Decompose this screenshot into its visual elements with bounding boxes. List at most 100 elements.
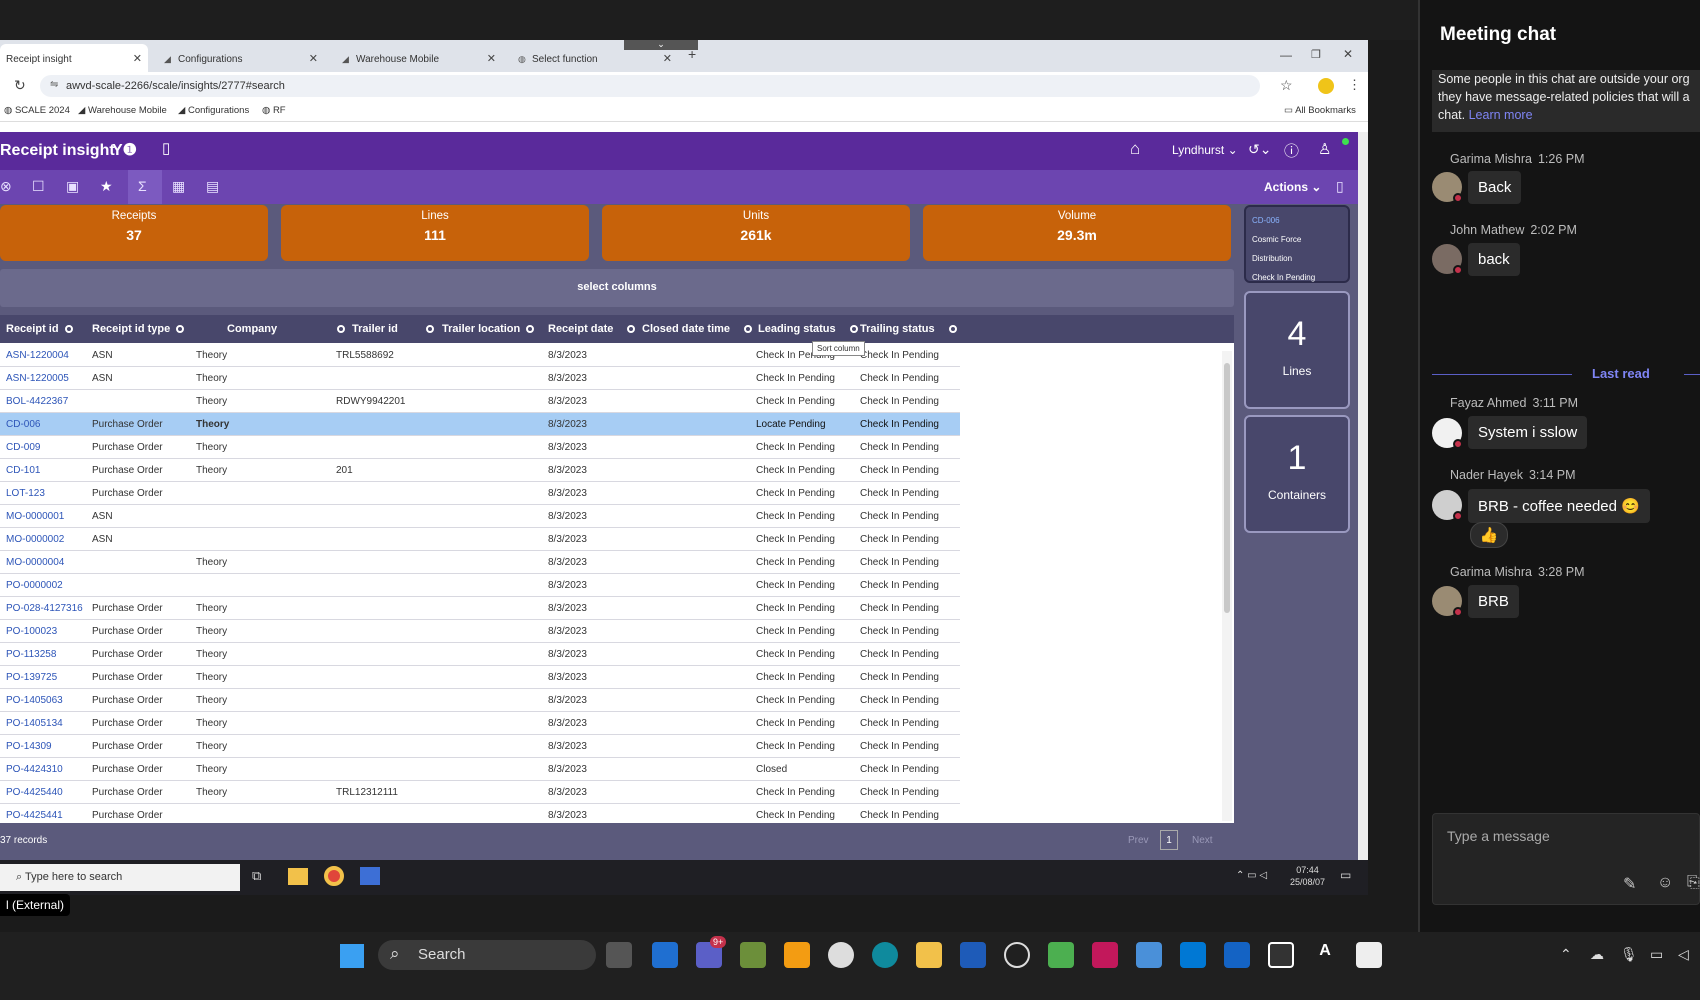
sort-icon[interactable] [337,325,346,334]
notification-icon[interactable]: ▭ [1340,868,1351,882]
onedrive-icon[interactable]: ☁ [1590,946,1604,963]
network-icon[interactable]: ▭ [1650,946,1663,963]
column-trailing-status[interactable]: Trailing status [860,323,957,335]
font-app-icon[interactable]: A [1312,942,1338,968]
kpi-receipts[interactable]: Receipts 37 [0,205,268,261]
message-bubble[interactable]: BRB [1468,585,1519,618]
app-icon[interactable] [1004,942,1030,968]
mic-muted-icon[interactable]: 🎙 [1620,946,1638,963]
filter-icon[interactable]: Y❶ [112,140,137,160]
cell-id[interactable]: PO-139725 [6,672,57,683]
table-icon[interactable]: ▤ [206,178,219,195]
chrome-icon[interactable] [324,866,344,886]
app-icon[interactable] [1224,942,1250,968]
column-trailer-location[interactable]: Trailer location [442,323,535,335]
app-icon[interactable] [1048,942,1074,968]
sort-icon[interactable] [64,325,73,334]
cell-id[interactable]: PO-4425441 [6,810,63,821]
checkbox-icon[interactable]: ☐ [32,178,45,195]
app-icon[interactable] [360,867,380,885]
table-row[interactable]: MO-0000002 ASN 8/3/2023 Check In Pending Che… [0,528,960,551]
document-icon[interactable] [1356,942,1382,968]
cell-id[interactable]: PO-4425440 [6,787,63,798]
column-leading-status[interactable]: Leading status [758,323,858,335]
kpi-lines[interactable]: Lines 111 [281,205,589,261]
sort-icon[interactable] [526,325,535,334]
column-receipt-id[interactable]: Receipt id [6,323,73,335]
column-company[interactable]: Company [227,323,346,335]
cell-id[interactable]: LOT-123 [6,488,45,499]
message-bubble[interactable]: back [1468,243,1520,276]
avatar[interactable] [1432,172,1463,203]
close-window-icon[interactable]: ✕ [1343,47,1353,61]
cell-id[interactable]: PO-113258 [6,649,56,660]
tray-icons[interactable]: ⌃ ▭ ◁ [1236,870,1267,881]
cell-id[interactable]: PO-028-4127316 [6,603,83,614]
save-icon[interactable]: ▣ [66,178,79,195]
table-row[interactable]: PO-1405063 Purchase Order Theory 8/3/2023 Ch… [0,689,960,712]
task-view-icon[interactable]: ⧉ [252,868,261,884]
sort-icon[interactable] [425,325,434,334]
url-field[interactable]: ⇋ awvd-scale-2266/scale/insights/2777#se… [40,75,1260,97]
profile-icon[interactable] [1318,78,1334,94]
table-row[interactable]: MO-0000004 Theory 8/3/2023 Check In Pending… [0,551,960,574]
help-icon[interactable]: ⓘ [1284,140,1299,161]
table-row[interactable]: PO-113258 Purchase Order Theory 8/3/2023 Che… [0,643,960,666]
sort-icon[interactable] [849,325,858,334]
page-scrollbar[interactable] [1358,132,1368,895]
learn-more-link[interactable]: Learn more [1469,108,1533,122]
kpi-units[interactable]: Units 261k [602,205,910,261]
kpi-volume[interactable]: Volume 29.3m [923,205,1231,261]
table-row[interactable]: PO-028-4127316 Purchase Order Theory 8/3/20… [0,597,960,620]
table-row[interactable]: CD-006 Purchase Order Theory 8/3/2023 Locate… [0,413,960,436]
table-row[interactable]: PO-0000002 8/3/2023 Check In Pending Check … [0,574,960,597]
table-row[interactable]: PO-14309 Purchase Order Theory 8/3/2023 Chec… [0,735,960,758]
file-explorer-icon[interactable] [288,868,308,885]
close-icon[interactable]: ✕ [133,52,142,65]
menu-icon[interactable]: ⋮ [1348,77,1361,93]
start-icon[interactable] [340,944,364,968]
scroll-thumb[interactable] [1224,363,1230,613]
column-receipt-date[interactable]: Receipt date [548,323,636,335]
select-columns-button[interactable]: select columns [0,269,1234,307]
windows-search[interactable]: ⌕ Search [378,940,596,970]
grid-icon[interactable]: ▦ [172,178,185,195]
table-row[interactable]: PO-4424310 Purchase Order Theory 8/3/2023 Cl… [0,758,960,781]
reaction-badge[interactable]: 👍 [1470,522,1508,548]
table-row[interactable]: PO-4425440 Purchase Order Theory TRL1231211… [0,781,960,804]
edge-icon[interactable] [872,942,898,968]
cell-id[interactable]: PO-1405063 [6,695,63,706]
app-icon[interactable] [784,942,810,968]
cell-id[interactable]: PO-100023 [6,626,57,637]
clear-icon[interactable]: ⊗ [0,178,12,195]
column-trailer-id[interactable]: Trailer id [352,323,434,335]
app-icon[interactable] [1092,942,1118,968]
table-row[interactable]: PO-1405134 Purchase Order Theory 8/3/2023 Ch… [0,712,960,735]
tab-configurations[interactable]: ◢ Configurations ✕ [158,44,324,72]
file-explorer-icon[interactable] [916,942,942,968]
volume-icon[interactable]: ◁ [1678,946,1689,963]
sort-icon[interactable] [176,325,185,334]
outlook-icon[interactable] [652,942,678,968]
remote-search-input[interactable]: ⌕ Type here to search [0,864,240,891]
page-number[interactable]: 1 [1160,830,1178,850]
user-icon[interactable]: ♙ [1318,140,1331,158]
table-row[interactable]: CD-009 Purchase Order Theory 8/3/2023 Check … [0,436,960,459]
table-row[interactable]: BOL-4422367 Theory RDWY9942201 8/3/2023 Chec… [0,390,960,413]
vscode-icon[interactable] [1180,942,1206,968]
column-closed-date-time[interactable]: Closed date time [642,323,753,335]
attach-icon[interactable]: ⎘ [1687,874,1700,892]
bookmark-rf[interactable]: ◍ RF [262,105,286,116]
task-view-icon[interactable] [606,942,632,968]
home-icon[interactable]: ⌂ [1130,139,1140,159]
teams-icon[interactable]: 9+ [696,936,727,968]
notepad-icon[interactable] [1136,942,1162,968]
site-info-icon[interactable]: ⇋ [50,79,58,90]
all-bookmarks[interactable]: ▭ All Bookmarks [1284,105,1356,116]
lines-card[interactable]: 4 Lines [1244,291,1350,409]
app-icon[interactable] [1268,942,1294,968]
avatar[interactable] [1432,244,1463,275]
cell-id[interactable]: MO-0000002 [6,534,64,545]
message-bubble[interactable]: BRB - coffee needed 😊 [1468,489,1650,523]
next-page-button[interactable]: Next [1192,835,1213,846]
